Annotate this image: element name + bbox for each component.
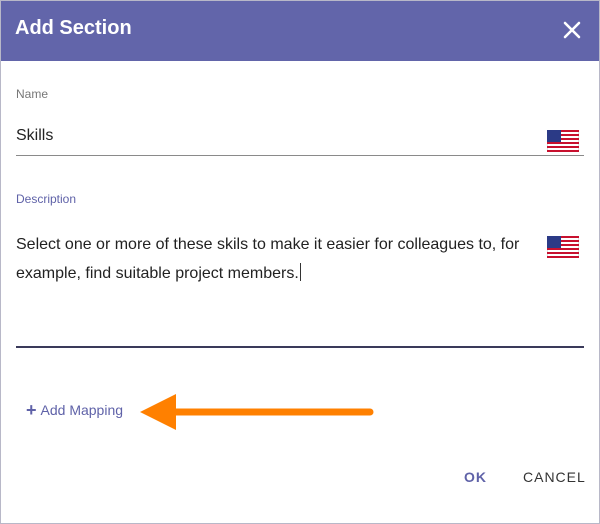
add-mapping-label: Add Mapping	[40, 402, 124, 418]
description-input[interactable]: Select one or more of these skils to mak…	[16, 230, 531, 288]
ok-button[interactable]: OK	[464, 469, 487, 485]
name-input[interactable]: Skills	[16, 127, 53, 145]
add-section-dialog: Add Section Name Skills Description Sele…	[0, 0, 600, 524]
dialog-header: Add Section	[1, 1, 599, 61]
name-underline	[16, 155, 584, 156]
description-underline	[16, 346, 584, 348]
cancel-button[interactable]: CANCEL	[523, 469, 586, 485]
us-flag-icon[interactable]	[547, 236, 579, 258]
add-mapping-button[interactable]: + Add Mapping	[26, 400, 124, 420]
description-text: Select one or more of these skils to mak…	[16, 236, 520, 282]
dialog-title: Add Section	[15, 17, 132, 39]
plus-icon: +	[26, 400, 37, 420]
name-label: Name	[16, 87, 49, 101]
text-cursor	[299, 263, 301, 281]
us-flag-icon[interactable]	[547, 130, 579, 152]
close-icon[interactable]	[557, 15, 587, 45]
description-label: Description	[16, 192, 77, 206]
annotation-arrow-icon	[140, 394, 374, 430]
